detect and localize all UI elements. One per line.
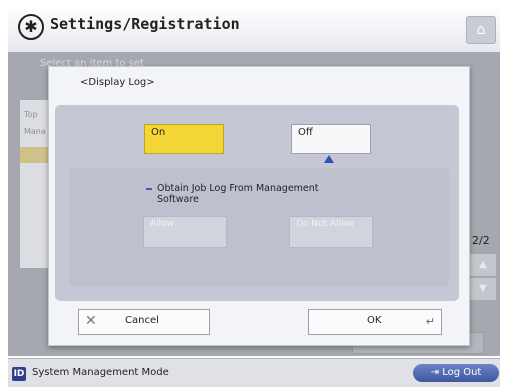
home-button[interactable]: ⌂ — [466, 16, 496, 44]
status-mode-text: System Management Mode — [32, 367, 169, 378]
ok-label: OK — [367, 315, 382, 326]
cancel-button[interactable]: ✕ Cancel — [78, 309, 210, 335]
expand-marker-icon — [324, 155, 334, 163]
list-item-selected — [20, 147, 50, 163]
logout-label: Log Out — [442, 367, 482, 378]
do-not-allow-button[interactable]: Do Not Allow — [289, 216, 373, 248]
on-label: On — [151, 127, 166, 138]
do-not-allow-label: Do Not Allow — [296, 219, 354, 229]
gear-icon: ✱ — [18, 14, 44, 40]
enter-icon: ↵ — [425, 315, 435, 328]
page-indicator: 2/2 — [472, 234, 490, 247]
page-title: Settings/Registration — [50, 15, 240, 33]
down-arrow-icon: ▼ — [479, 283, 487, 294]
bullet-icon — [146, 188, 152, 190]
scroll-up-button[interactable]: ▲ — [470, 254, 496, 276]
dialog-title: <Display Log> — [80, 77, 155, 88]
id-icon: ID — [12, 367, 26, 381]
background-list — [20, 100, 50, 268]
list-item: Top — [24, 110, 38, 119]
on-button[interactable]: On — [144, 124, 224, 154]
list-item: Mana — [24, 127, 46, 136]
logout-icon: ⇥ — [430, 367, 443, 378]
ok-button[interactable]: OK ↵ — [308, 309, 442, 335]
close-icon: ✕ — [85, 313, 97, 329]
home-icon: ⌂ — [476, 22, 486, 38]
scroll-down-button[interactable]: ▼ — [470, 278, 496, 300]
up-arrow-icon: ▲ — [479, 259, 487, 270]
logout-button[interactable]: ⇥ Log Out — [413, 364, 499, 382]
allow-button[interactable]: Allow — [143, 216, 227, 248]
allow-label: Allow — [150, 219, 175, 229]
off-label: Off — [298, 127, 313, 138]
off-button[interactable]: Off — [291, 124, 371, 154]
cancel-label: Cancel — [125, 315, 159, 326]
sub-setting-label: Obtain Job Log From Management Software — [157, 183, 319, 205]
